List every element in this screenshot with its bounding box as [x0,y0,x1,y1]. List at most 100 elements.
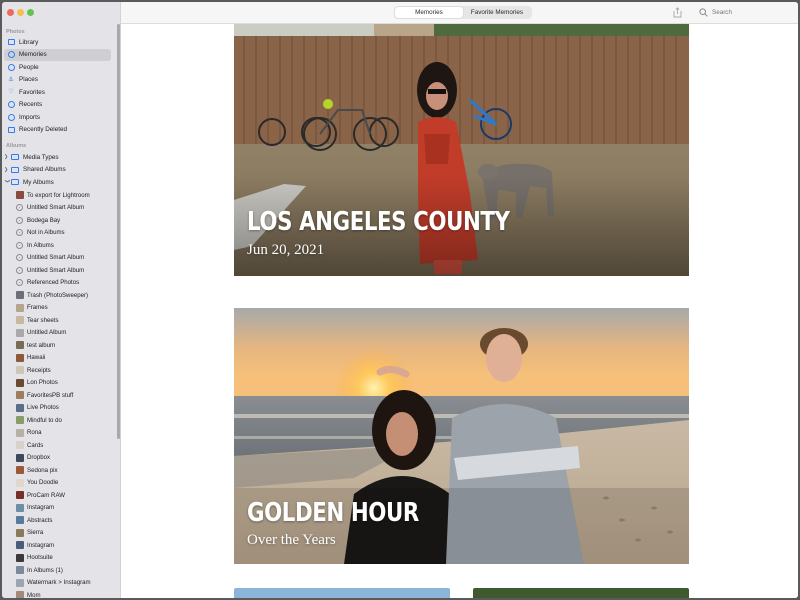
memory-card[interactable] [473,588,689,598]
sidebar-album-item[interactable]: Untitled Smart Album [2,252,120,265]
album-thumbnail [16,341,24,350]
sidebar-album-item[interactable]: Lon Photos [2,377,120,390]
memory-title: GOLDEN HOUR [247,498,419,528]
sidebar-album-item[interactable]: Dropbox [2,452,120,465]
sidebar-album-item[interactable]: Live Photos [2,402,120,415]
sidebar-album-item[interactable]: Bodega Bay [2,214,120,227]
sidebar-album-item[interactable]: Instagram [2,502,120,515]
memory-card[interactable]: LOS ANGELES COUNTY Jun 20, 2021 [234,24,689,276]
library-nav: Library Memories People ⚓ Places ♡ Favor… [2,36,120,136]
sidebar-item-label: Imports [19,113,40,121]
sidebar-album-item[interactable]: Sierra [2,527,120,540]
sidebar-item-label: Instagram [27,504,55,512]
search-input[interactable] [712,9,792,16]
sidebar-item-label: Watermark > Instagram [27,579,91,587]
sidebar-item-favorites[interactable]: ♡ Favorites [2,86,120,99]
sidebar-item-label: Sierra [27,529,44,537]
album-thumbnail [16,541,24,550]
sidebar-album-item[interactable]: Untitled Smart Album [2,202,120,215]
album-thumbnail [16,291,24,300]
sidebar-album-item[interactable]: Referenced Photos [2,277,120,290]
album-list: To export for Lightroom Untitled Smart Al… [2,189,120,598]
sidebar-item-label: Mom [27,591,41,598]
sidebar-album-item[interactable]: Abstracts [2,514,120,527]
sidebar-item-people[interactable]: People [2,61,120,74]
album-thumbnail [16,353,24,362]
album-thumbnail [16,403,24,412]
memory-card[interactable]: GOLDEN HOUR Over the Years [234,308,689,564]
sidebar-item-media-types[interactable]: ❯ Media Types [2,151,120,164]
sidebar-item-recents[interactable]: Recents [2,99,120,112]
sidebar-item-imports[interactable]: Imports [2,111,120,124]
folder-icon [11,154,19,161]
tab-favorite-memories[interactable]: Favorite Memories [463,7,531,18]
zoom-window-button[interactable] [27,9,34,16]
memory-subtitle: Over the Years [247,532,336,548]
sidebar-album-item[interactable]: ProCam RAW [2,489,120,502]
chevron-right-icon[interactable]: ❯ [4,154,10,160]
sidebar-item-recently-deleted[interactable]: Recently Deleted [2,124,120,137]
close-window-button[interactable] [7,9,14,16]
album-thumbnail [16,503,24,512]
sidebar-album-item[interactable]: Tear sheets [2,314,120,327]
sidebar-album-item[interactable]: Rona [2,427,120,440]
sidebar-item-my-albums[interactable]: ❯ My Albums [2,176,120,189]
sidebar-album-item[interactable]: Trash (PhotoSweeper) [2,289,120,302]
album-thumbnail [16,478,24,487]
sidebar-album-item[interactable]: Receipts [2,364,120,377]
sidebar-item-label: Lon Photos [27,379,58,387]
sidebar-item-memories[interactable]: Memories [4,48,111,61]
album-thumbnail [16,516,24,525]
sidebar-item-label: Untitled Smart Album [27,254,85,262]
people-icon [7,63,15,71]
sidebar-album-item[interactable]: Mom [2,589,120,598]
tab-memories[interactable]: Memories [395,7,463,18]
sidebar-album-item[interactable]: Instagram [2,539,120,552]
chevron-right-icon[interactable]: ❯ [4,167,10,173]
search-field[interactable] [693,6,795,19]
sidebar-item-label: Abstracts [27,516,53,524]
sidebar-item-label: Shared Albums [23,166,66,174]
sidebar-item-label: Rona [27,429,42,437]
sidebar-album-item[interactable]: In Albums (1) [2,564,120,577]
sidebar-album-item[interactable]: You Doodle [2,477,120,490]
sidebar-item-label: You Doodle [27,479,59,487]
sidebar-album-item[interactable]: Untitled Smart Album [2,264,120,277]
share-icon[interactable] [673,7,682,18]
sidebar-album-item[interactable]: Hootsuite [2,552,120,565]
sidebar-item-label: Untitled Album [27,329,67,337]
sidebar-album-item[interactable]: In Albums [2,239,120,252]
sidebar-item-library[interactable]: Library [2,36,120,49]
toolbar: Memories Favorite Memories [121,2,798,24]
sidebar-album-item[interactable]: Cards [2,439,120,452]
minimize-window-button[interactable] [17,9,24,16]
sidebar-item-label: Sedona pix [27,466,58,474]
album-thumbnail [16,441,24,450]
sidebar-album-item[interactable]: Not in Albums [2,227,120,240]
sidebar-item-shared-albums[interactable]: ❯ Shared Albums [2,164,120,177]
sidebar-album-item[interactable]: test album [2,339,120,352]
smart-album-icon [16,279,23,287]
sidebar-album-item[interactable]: Hawaii [2,352,120,365]
album-thumbnail [16,528,24,537]
sidebar-item-label: Receipts [27,366,51,374]
sidebar-item-label: Media Types [23,153,59,161]
clock-icon [7,101,15,109]
album-thumbnail [16,591,24,598]
sidebar-item-label: In Albums [27,241,54,249]
sidebar-scrollbar[interactable] [117,24,120,439]
sidebar-item-places[interactable]: ⚓ Places [2,74,120,87]
chevron-down-icon[interactable]: ❯ [4,179,10,185]
sidebar-item-label: Untitled Smart Album [27,266,85,274]
sidebar-item-label: Hootsuite [27,554,53,562]
sidebar-album-item[interactable]: Sedona pix [2,464,120,477]
sidebar-album-item[interactable]: Mindful to do [2,414,120,427]
album-thumbnail [16,328,24,337]
memory-card[interactable] [234,588,450,598]
sidebar-album-item[interactable]: FavoritesPB stuff [2,389,120,402]
sidebar-album-item[interactable]: To export for Lightroom [2,189,120,202]
sidebar-album-item[interactable]: Watermark > Instagram [2,577,120,590]
album-thumbnail [16,378,24,387]
sidebar-album-item[interactable]: Untitled Album [2,327,120,340]
sidebar-album-item[interactable]: Frames [2,302,120,315]
